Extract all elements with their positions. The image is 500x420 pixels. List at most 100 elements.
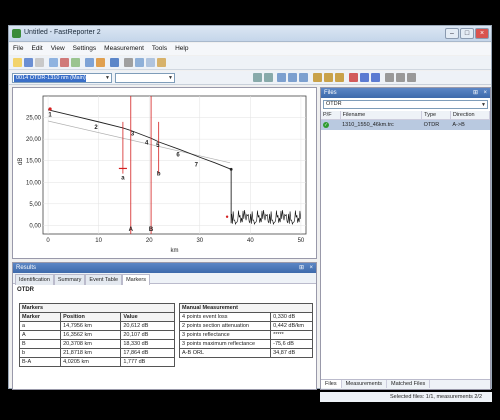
marker-cell: A (18, 330, 62, 340)
trace-selector[interactable]: 0014 OTDR-1310 nm (Main) ▼ (12, 73, 112, 83)
menu-help[interactable]: Help (171, 43, 192, 54)
position-cell: 4,0205 km (60, 357, 122, 367)
column-header[interactable]: P/F (321, 111, 341, 120)
menu-measurement[interactable]: Measurement (100, 43, 148, 54)
column-header[interactable]: Filename (340, 111, 423, 120)
manual-table-title: Manual Measurement (179, 303, 313, 313)
menu-view[interactable]: View (47, 43, 69, 54)
main-toolbar (9, 56, 491, 70)
save-icon[interactable] (24, 58, 33, 67)
marker-a-icon[interactable] (349, 73, 358, 82)
measurement-value-cell: 0,442 dB/km (270, 321, 313, 331)
menu-file[interactable]: File (9, 43, 27, 54)
analyze-icon[interactable] (71, 58, 80, 67)
marker-ab-icon[interactable] (360, 73, 369, 82)
x-tick-label: 30 (196, 238, 203, 244)
y-tick-label: 0,00 (29, 223, 41, 229)
type-cell: OTDR (421, 119, 451, 130)
help-icon[interactable] (110, 58, 119, 67)
pin-icon[interactable]: ⊞ (299, 263, 304, 273)
measurement-name-cell: 2 points section attenuation (178, 321, 272, 331)
files-pane-title: Files (324, 90, 337, 96)
menu-settings[interactable]: Settings (69, 43, 101, 54)
tab-matched-files[interactable]: Matched Files (387, 380, 431, 388)
maximize-button[interactable]: □ (460, 28, 474, 39)
export-icon[interactable] (96, 58, 105, 67)
lock-2-icon[interactable] (324, 73, 333, 82)
zoom-icon[interactable] (124, 58, 133, 67)
trace-toolbar: 0014 OTDR-1310 nm (Main) ▼ ▼ (9, 71, 491, 85)
window-title: Untitled - FastReporter 2 (24, 29, 101, 36)
column-header: Value (120, 312, 175, 322)
trace-tool-2-icon[interactable] (396, 73, 405, 82)
tab-files[interactable]: Files (321, 380, 342, 388)
close-button[interactable]: × (475, 28, 489, 39)
delete-icon[interactable] (60, 58, 69, 67)
results-pane-header: Results ⊞ × (13, 263, 316, 273)
marker-cell: a (18, 321, 62, 331)
print-icon[interactable] (35, 58, 44, 67)
measurement-name-cell: 3 points reflectance (178, 330, 272, 340)
otdr-trace-chart[interactable]: 25,00 20,00 15,00 10,00 5,00 0,00 0 10 20 30 40 50 d… (12, 87, 317, 259)
y-tick-label: 15,00 (26, 159, 42, 165)
tab-markers[interactable]: Markers (122, 274, 150, 285)
table-row: 3 points maximum reflectance -75,6 dB (178, 339, 313, 349)
menu-tools[interactable]: Tools (148, 43, 171, 54)
x-tick-label: 50 (298, 238, 305, 244)
grid-icon[interactable] (146, 58, 155, 67)
y-tick-label: 10,00 (26, 180, 42, 186)
tab-identification[interactable]: Identification (15, 274, 54, 285)
table-icon[interactable] (85, 58, 94, 67)
x-tick-label: 40 (247, 238, 254, 244)
edit-icon[interactable] (157, 58, 166, 67)
end-of-fiber-marker (225, 215, 229, 218)
zoom-area-icon[interactable] (299, 73, 308, 82)
column-header[interactable]: Direction (450, 111, 491, 120)
zoom-in-icon[interactable] (253, 73, 262, 82)
secondary-selector[interactable]: ▼ (115, 73, 175, 83)
lock-3-icon[interactable] (335, 73, 344, 82)
table-row: a 14,7956 km 20,612 dB (18, 321, 175, 331)
report-icon[interactable] (49, 58, 58, 67)
filename-cell: 1310_1550_46km.trc (340, 119, 422, 130)
pan-icon[interactable] (288, 73, 297, 82)
marker-swap-icon[interactable] (371, 73, 380, 82)
file-type-selector[interactable]: OTDR ▼ (323, 100, 488, 109)
open-folder-icon[interactable] (13, 58, 22, 67)
file-type-value: OTDR (326, 101, 342, 107)
value-cell: 17,864 dB (120, 348, 175, 358)
tab-summary[interactable]: Summary (53, 274, 86, 285)
chevron-down-icon: ▼ (105, 75, 110, 81)
tab-measurements[interactable]: Measurements (342, 380, 388, 388)
trace-tool-icon[interactable] (385, 73, 394, 82)
column-header[interactable]: Type (421, 111, 451, 120)
lock-icon[interactable] (313, 73, 322, 82)
zoom-out-icon[interactable] (264, 73, 273, 82)
measurement-value-cell: 0,330 dB (270, 312, 313, 322)
trace-tool-3-icon[interactable] (407, 73, 416, 82)
close-icon[interactable]: × (309, 263, 313, 273)
menu-edit[interactable]: Edit (27, 43, 46, 54)
minimize-button[interactable]: – (445, 28, 459, 39)
table-row: B-A 4,0205 km 1,777 dB (18, 357, 175, 367)
close-icon[interactable]: × (483, 88, 487, 98)
pin-icon[interactable]: ⊞ (473, 88, 478, 98)
y-tick-label: 5,00 (29, 202, 41, 208)
value-cell: 20,107 dB (120, 330, 175, 340)
end-event-marker (229, 167, 233, 171)
fit-icon[interactable] (135, 58, 144, 67)
trace-selected: 0014 OTDR-1310 nm (Main) (14, 75, 86, 82)
manual-measurement-table: Manual Measurement 4 points event loss 0,… (178, 303, 313, 358)
y-axis-label: dB (18, 158, 24, 165)
measurement-name-cell: 4 points event loss (178, 312, 272, 322)
value-cell: 1,777 dB (120, 357, 175, 367)
cursor-icon[interactable] (277, 73, 286, 82)
table-row[interactable]: ✓ 1310_1550_46km.trc OTDR A->B (321, 119, 490, 130)
tab-event-table[interactable]: Event Table (85, 274, 123, 285)
title-bar: Untitled - FastReporter 2 – □ × (9, 26, 491, 42)
marker-label-B: B (149, 227, 154, 233)
table-row: A-B ORL 34,87 dB (178, 348, 313, 358)
trace-plot: 25,00 20,00 15,00 10,00 5,00 0,00 0 10 20 30 40 50 d… (18, 95, 307, 254)
files-pane: Files ⊞ × OTDR ▼ P/F Filename Type Direc… (320, 87, 491, 390)
x-axis-label: km (171, 248, 179, 254)
